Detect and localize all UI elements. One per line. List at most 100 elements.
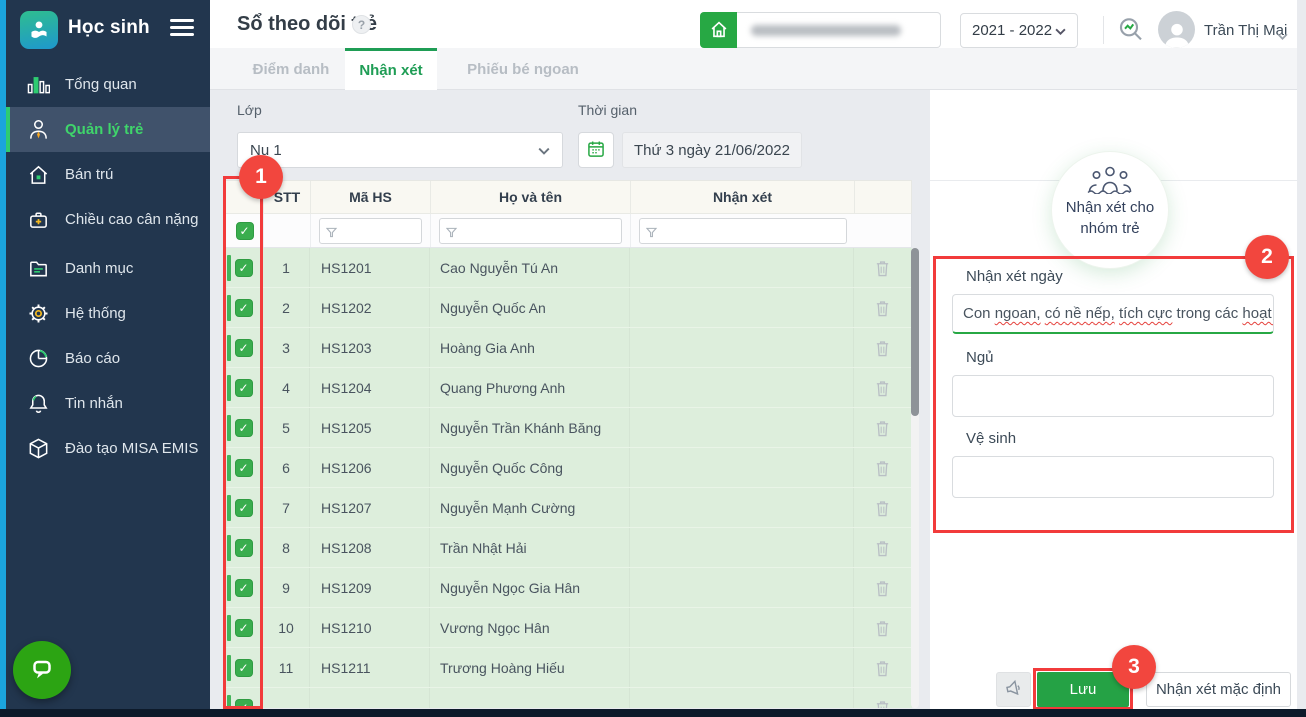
row-checkbox[interactable]: ✓ [234, 698, 253, 708]
row-checkbox[interactable]: ✓ [234, 418, 253, 437]
row-stt: 1 [263, 248, 310, 287]
sidebar-item-label: Quản lý trẻ [65, 121, 144, 138]
sidebar-item-quan-ly-tre[interactable]: Quản lý trẻ [6, 107, 210, 152]
row-checkbox[interactable]: ✓ [234, 538, 253, 557]
table-row: ✓ 4 HS1204 Quang Phương Anh [225, 368, 912, 408]
row-checkbox[interactable]: ✓ [234, 298, 253, 317]
filter-input-ho-va-ten[interactable] [439, 217, 622, 244]
row-code: HS1202 [310, 288, 430, 327]
select-all-checkbox[interactable]: ✓ [235, 221, 254, 240]
row-accent-bar [227, 415, 231, 441]
row-checkbox[interactable]: ✓ [234, 338, 253, 357]
delete-row-button[interactable] [874, 379, 891, 397]
table-scrollbar-thumb[interactable] [911, 248, 919, 416]
delete-row-button[interactable] [874, 539, 891, 557]
tab-phieu-be-ngoan[interactable]: Phiếu bé ngoan [453, 48, 593, 90]
row-stt: 5 [263, 408, 310, 447]
row-note [630, 608, 854, 647]
row-accent-bar [227, 655, 231, 681]
row-checkbox[interactable]: ✓ [234, 618, 253, 637]
row-checkbox[interactable]: ✓ [234, 658, 253, 677]
row-code: HS1205 [310, 408, 430, 447]
class-select[interactable]: Nụ 1 [237, 132, 563, 168]
sidebar-item-dao-tao-misa-emis[interactable]: Đào tạo MISA EMIS [6, 426, 210, 471]
app-window: Học sinh Tổng quan Quản lý trẻ Bán trú C… [0, 0, 1306, 717]
hygiene-input[interactable] [952, 456, 1274, 498]
bar-chart-icon [26, 73, 50, 97]
school-year-select[interactable]: 2021 - 2022 [960, 13, 1078, 48]
annotation-badge-3: 3 [1112, 645, 1156, 689]
table-row: ✓ 11 HS1211 Trương Hoàng Hiếu [225, 648, 912, 688]
delete-row-button[interactable] [874, 659, 891, 677]
cube-icon [26, 437, 50, 461]
sidebar-item-tin-nhan[interactable]: Tin nhắn [6, 381, 210, 426]
row-note [630, 688, 854, 708]
row-checkbox[interactable]: ✓ [234, 498, 253, 517]
row-name: Cao Nguyễn Tú An [430, 248, 630, 287]
row-stt: 8 [263, 528, 310, 567]
school-name-redacted [751, 24, 901, 36]
home-button[interactable] [700, 12, 737, 48]
home-icon [708, 18, 730, 43]
delete-row-button[interactable] [874, 699, 891, 708]
lookup-search-icon[interactable] [1115, 14, 1147, 46]
table-row: ✓ 2 HS1202 Nguyễn Quốc An [225, 288, 912, 328]
row-note [630, 288, 854, 327]
sidebar-item-label: Đào tạo MISA EMIS [65, 440, 199, 457]
comment-day-input[interactable]: Con ngoan, có nề nếp, tích cực trong các… [952, 294, 1274, 334]
user-name[interactable]: Trần Thị Mai [1204, 22, 1287, 39]
chevron-down-icon [1055, 22, 1066, 39]
row-checkbox[interactable]: ✓ [234, 258, 253, 277]
menu-toggle-icon[interactable] [170, 19, 194, 39]
sleep-input[interactable] [952, 375, 1274, 417]
sidebar-item-danh-muc[interactable]: Danh mục [6, 246, 210, 291]
school-name-selector[interactable] [737, 12, 941, 48]
user-avatar[interactable] [1158, 11, 1195, 48]
row-code: HS1208 [310, 528, 430, 567]
announce-button[interactable] [996, 672, 1031, 707]
calendar-button[interactable] [578, 132, 614, 168]
delete-row-button[interactable] [874, 419, 891, 437]
date-display[interactable]: Thứ 3 ngày 21/06/2022 [622, 132, 802, 168]
students-table: STT Mã HS Họ và tên Nhận xét ✓ ✓ 1 HS120… [225, 180, 912, 708]
default-comment-button[interactable]: Nhận xét mặc định [1146, 672, 1291, 707]
sidebar-item-label: Tổng quan [65, 76, 137, 93]
delete-row-button[interactable] [874, 339, 891, 357]
row-note [630, 528, 854, 567]
row-checkbox[interactable]: ✓ [234, 378, 253, 397]
delete-row-button[interactable] [874, 259, 891, 277]
row-stt: 9 [263, 568, 310, 607]
help-icon[interactable]: ? [352, 15, 371, 34]
group-people-icon [1086, 166, 1134, 197]
header-divider [1103, 16, 1104, 44]
sidebar-item-chieu-cao-can-nang[interactable]: Chiều cao cân nặng [6, 197, 210, 242]
delete-row-button[interactable] [874, 459, 891, 477]
sidebar-item-he-thong[interactable]: Hệ thống [6, 291, 210, 336]
delete-row-button[interactable] [874, 579, 891, 597]
chevron-down-icon[interactable] [1277, 27, 1288, 43]
row-accent-bar [227, 375, 231, 401]
row-code: HS1209 [310, 568, 430, 607]
row-stt: 6 [263, 448, 310, 487]
filter-input-nhan-xet[interactable] [639, 217, 847, 244]
tab-diem-danh[interactable]: Điểm danh [237, 48, 345, 90]
table-row: ✓ 7 HS1207 Nguyễn Mạnh Cường [225, 488, 912, 528]
tab-nhan-xet[interactable]: Nhận xét [345, 48, 437, 90]
row-code: HS1201 [310, 248, 430, 287]
tab-bar: Điểm danh Nhận xét Phiếu bé ngoan [210, 48, 1297, 90]
group-comment-badge: Nhận xét cho nhóm trẻ [1052, 152, 1168, 268]
row-accent-bar [227, 575, 231, 601]
row-stt: 3 [263, 328, 310, 367]
row-name: Quang Phương Anh [430, 368, 630, 407]
row-stt: 11 [263, 648, 310, 687]
row-checkbox[interactable]: ✓ [234, 578, 253, 597]
sidebar-item-ban-tru[interactable]: Bán trú [6, 152, 210, 197]
row-checkbox[interactable]: ✓ [234, 458, 253, 477]
sidebar-item-bao-cao[interactable]: Báo cáo [6, 336, 210, 381]
sidebar-item-tong-quan[interactable]: Tổng quan [6, 62, 210, 107]
chat-support-button[interactable] [13, 641, 71, 699]
delete-row-button[interactable] [874, 499, 891, 517]
row-code: HS1210 [310, 608, 430, 647]
delete-row-button[interactable] [874, 619, 891, 637]
delete-row-button[interactable] [874, 299, 891, 317]
